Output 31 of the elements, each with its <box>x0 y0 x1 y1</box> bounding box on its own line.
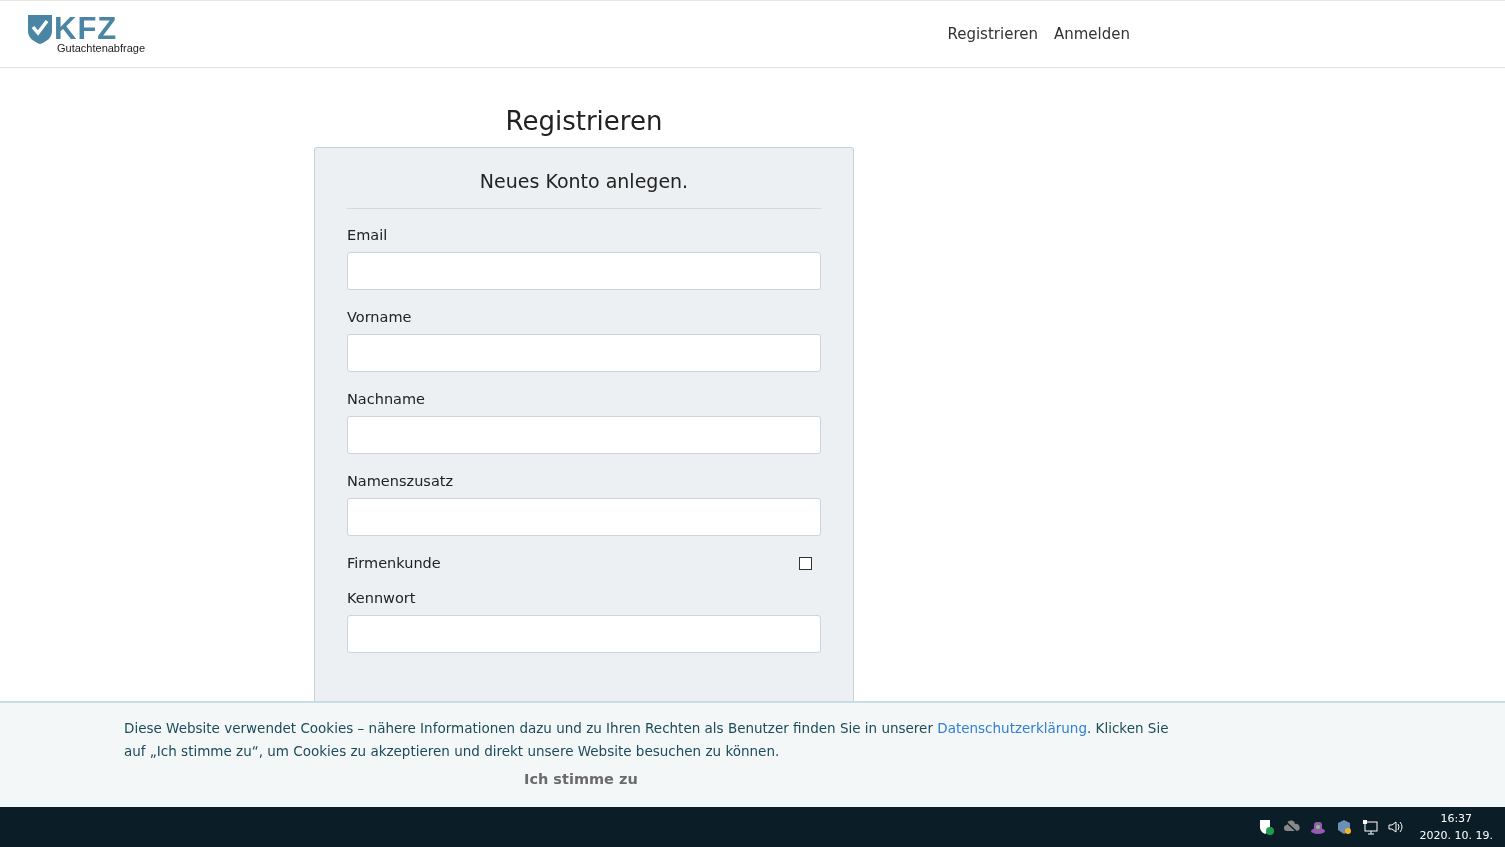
field-label: Email <box>347 227 389 243</box>
clock-date: 2020. 10. 19. <box>1419 828 1493 844</box>
nav-link[interactable]: Anmelden <box>1053 25 1130 43</box>
checkbox-label: Firmenkunde <box>347 555 441 571</box>
cookie-notice: Diese Website verwendet Cookies – nähere Informationen dazu und zu Ihren Rechten als Benutzer finden Sie in unserer Datenschutzerklärung. Klicken Sie auf „Ich stimme zu“, um Cookies zu akzeptieren und direkt unsere Website besuchen zu können. <box>124 719 1170 761</box>
clock-time: 16:37 <box>1440 811 1473 827</box>
accept-button[interactable]: Ich stimme zu <box>524 771 638 787</box>
hat-icon[interactable] <box>1309 819 1326 835</box>
input-field[interactable] <box>347 416 821 454</box>
field-label: Kennwort <box>347 590 417 606</box>
input-field[interactable] <box>347 334 821 372</box>
network-icon[interactable] <box>1361 819 1378 835</box>
logo-subtitle: Gutachtenabfrage <box>57 42 146 54</box>
field-label: Vorname <box>347 309 413 325</box>
field-label: Nachname <box>347 391 426 407</box>
nav-link[interactable]: Registrieren <box>947 25 1038 43</box>
box-icon[interactable] <box>1335 819 1352 835</box>
input-field[interactable] <box>347 498 821 536</box>
privacy-link[interactable]: Datenschutzerklärung <box>937 720 1087 736</box>
page-title: Registrieren <box>504 106 664 136</box>
logo[interactable]: KFZ Gutachtenabfrage <box>28 14 146 54</box>
logo-title: KFZ <box>54 14 118 44</box>
input-field[interactable] <box>347 252 821 290</box>
checkbox[interactable] <box>799 556 812 570</box>
card-heading: Neues Konto anlegen. <box>478 170 690 192</box>
field-label: Namenszusatz <box>347 473 455 489</box>
shield-icon[interactable] <box>1257 819 1274 835</box>
speaker-icon[interactable] <box>1387 819 1404 835</box>
clock[interactable]: 16:37 2020. 10. 19. <box>1419 810 1493 844</box>
shield-check-icon <box>28 14 52 44</box>
input-field[interactable] <box>347 615 821 653</box>
